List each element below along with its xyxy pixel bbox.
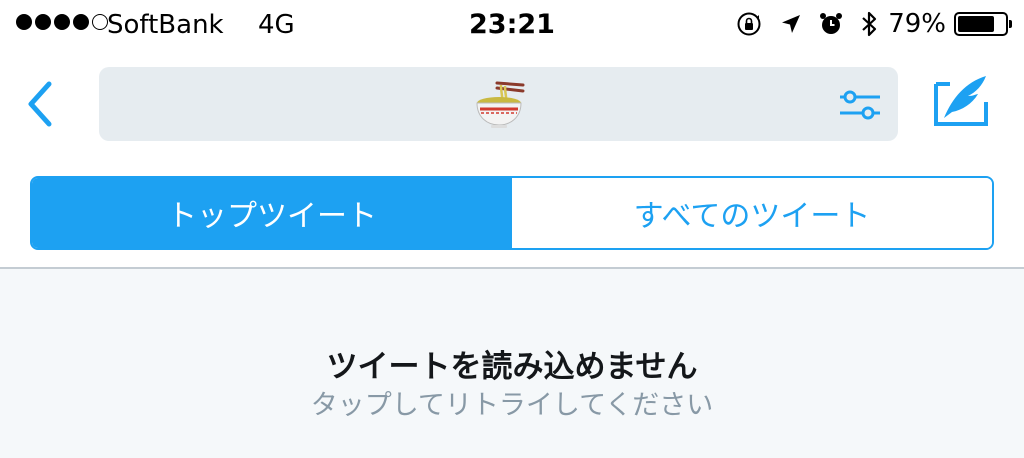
ramen-bowl-emoji [475,81,524,128]
battery-icon [954,12,1012,36]
search-field[interactable] [99,67,898,141]
status-bar: SoftBank 4G 23:21 79% [0,0,1024,52]
orientation-lock-icon [736,11,762,37]
tab-all-tweets[interactable]: すべてのツイート [512,178,992,248]
search-filter-button[interactable] [838,87,882,123]
battery-percentage: 79% [888,9,946,39]
load-error-message: ツイートを読み込めません [326,349,698,385]
compose-tweet-button[interactable] [930,72,992,132]
compose-feather-icon [934,76,988,126]
search-query [99,79,898,131]
battery-level [958,16,995,32]
retry-hint[interactable]: タップしてリトライしてください [0,383,1024,422]
tweet-filter-tabs: トップツイート すべてのツイート [30,176,994,250]
sliders-icon [840,90,880,120]
location-arrow-icon [780,13,802,35]
bluetooth-icon [860,10,878,38]
timeline-area[interactable]: ツイートを読み込めません タップしてリトライしてください [0,269,1024,458]
chevron-left-icon [28,81,52,127]
back-button[interactable] [18,78,62,130]
status-icons: 79% [736,9,1012,39]
alarm-icon [818,11,844,37]
tab-top-tweets[interactable]: トップツイート [32,178,512,248]
